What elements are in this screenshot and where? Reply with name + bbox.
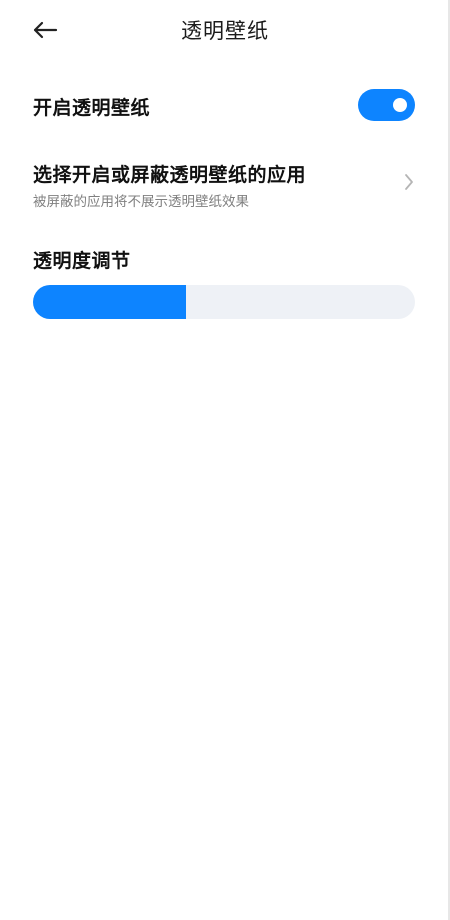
opacity-slider-fill bbox=[33, 285, 186, 319]
select-apps-row[interactable]: 选择开启或屏蔽透明壁纸的应用 被屏蔽的应用将不展示透明壁纸效果 bbox=[0, 150, 450, 216]
select-apps-title: 选择开启或屏蔽透明壁纸的应用 bbox=[33, 164, 307, 186]
opacity-slider[interactable] bbox=[33, 285, 415, 319]
transparent-wallpaper-row: 开启透明壁纸 bbox=[0, 82, 450, 128]
transparent-wallpaper-switch[interactable] bbox=[358, 89, 415, 121]
chevron-right-icon bbox=[405, 174, 413, 190]
select-apps-subtitle: 被屏蔽的应用将不展示透明壁纸效果 bbox=[33, 194, 249, 210]
opacity-section-title: 透明度调节 bbox=[33, 250, 131, 272]
header-bar: 透明壁纸 bbox=[0, 0, 450, 64]
transparent-wallpaper-label: 开启透明壁纸 bbox=[33, 97, 151, 119]
switch-knob bbox=[393, 98, 407, 112]
page-title: 透明壁纸 bbox=[181, 19, 269, 43]
